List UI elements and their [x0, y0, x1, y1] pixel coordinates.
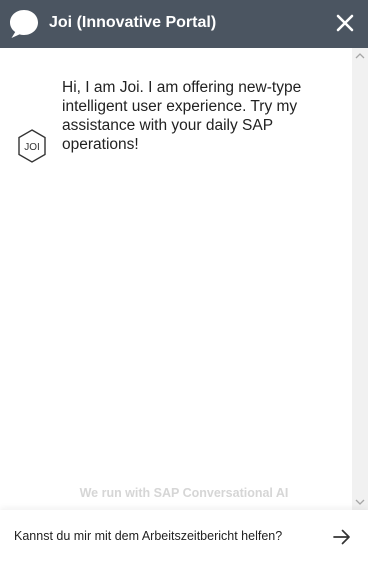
- scroll-up-icon[interactable]: [352, 48, 368, 64]
- bot-avatar: JOI: [17, 129, 47, 163]
- input-bar: [0, 510, 368, 562]
- branding-text: We run with SAP Conversational AI: [79, 486, 289, 500]
- message-input[interactable]: [14, 526, 309, 546]
- arrow-right-icon[interactable]: [330, 525, 354, 549]
- chat-title: Joi (Innovative Portal): [49, 14, 217, 31]
- bot-avatar-label: JOI: [24, 142, 40, 153]
- close-icon[interactable]: [335, 13, 355, 33]
- chat-header: Joi (Innovative Portal): [0, 0, 368, 48]
- scrollbar[interactable]: [352, 48, 368, 510]
- message-list: JOI Hi, I am Joi. I am offering new-type…: [0, 48, 352, 510]
- bot-message: Hi, I am Joi. I am offering new-type int…: [62, 79, 302, 153]
- chat-bubble-icon: [9, 9, 39, 39]
- chat-window: Joi (Innovative Portal) JOI Hi, I am Joi…: [0, 0, 368, 562]
